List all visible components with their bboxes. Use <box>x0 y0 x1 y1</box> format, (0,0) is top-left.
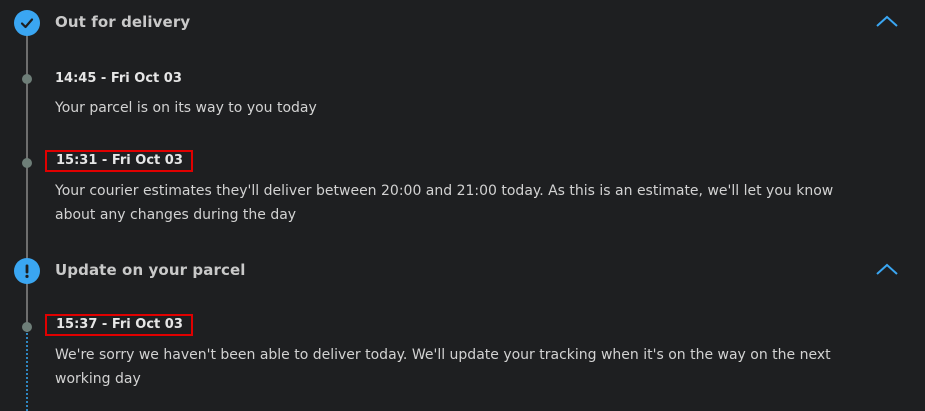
timeline-line <box>26 22 28 272</box>
section-title-update-on-parcel: Update on your parcel <box>55 261 246 279</box>
exclamation-icon <box>14 258 40 284</box>
timeline-dot <box>22 74 32 84</box>
check-icon <box>14 10 40 36</box>
timeline-dot <box>22 322 32 332</box>
event-time: 14:45 - Fri Oct 03 <box>55 71 182 86</box>
event-time-highlighted: 15:37 - Fri Oct 03 <box>45 314 193 336</box>
event-description: Your courier estimates they'll deliver b… <box>55 183 834 223</box>
event-description: Your parcel is on its way to you today <box>55 100 317 116</box>
collapse-chevron-up-icon[interactable] <box>874 13 900 29</box>
section-title-out-for-delivery: Out for delivery <box>55 13 191 31</box>
event-description: We're sorry we haven't been able to deli… <box>55 347 831 387</box>
tracking-timeline: Out for delivery 14:45 - Fri Oct 03 Your… <box>0 0 925 411</box>
event-time-highlighted: 15:31 - Fri Oct 03 <box>45 150 193 172</box>
timeline-line-pending <box>26 330 28 411</box>
collapse-chevron-up-icon[interactable] <box>874 261 900 277</box>
timeline-dot <box>22 158 32 168</box>
